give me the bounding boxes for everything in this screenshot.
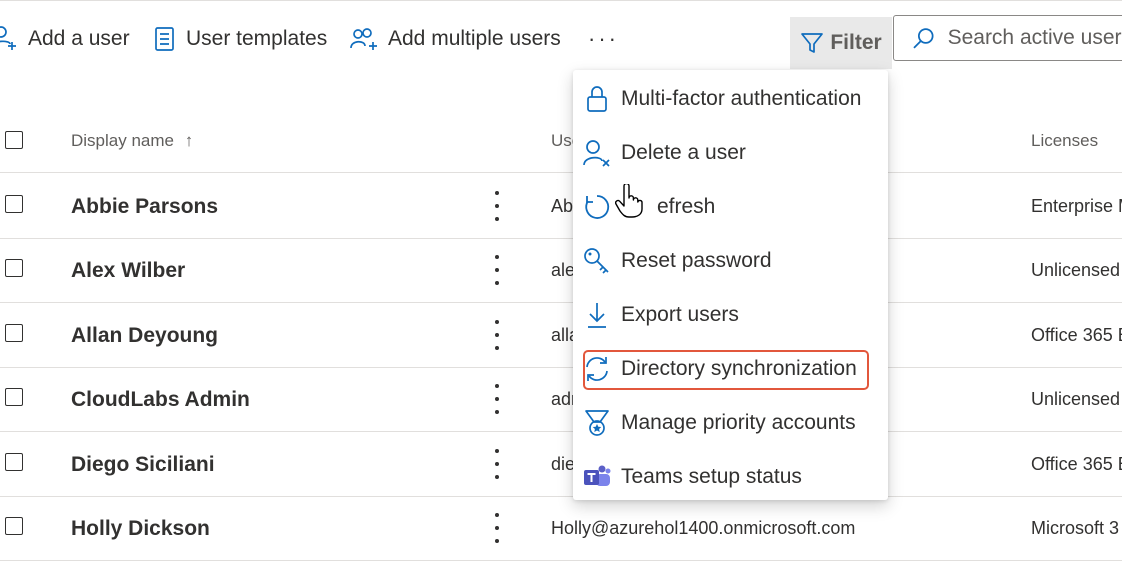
user-templates-label: User templates <box>186 27 328 50</box>
user-license: Unlicensed <box>1031 260 1121 280</box>
row-checkbox[interactable] <box>5 517 23 535</box>
row-more-icon[interactable] <box>490 384 504 414</box>
add-user-label: Add a user <box>28 27 130 50</box>
menu-item-delete-user[interactable]: Delete a user <box>573 126 888 180</box>
menu-item-label: Manage priority accounts <box>621 411 856 434</box>
user-license: Office 365 E <box>1031 454 1122 474</box>
add-multiple-users-icon <box>350 28 377 50</box>
column-licenses[interactable]: Licenses <box>1031 131 1098 151</box>
teams-icon <box>573 463 621 491</box>
filter-icon <box>801 33 824 53</box>
sort-ascending-icon: ↑ <box>184 131 194 150</box>
row-checkbox[interactable] <box>5 259 23 277</box>
user-display-name[interactable]: Holly Dickson <box>71 517 210 541</box>
select-all-checkbox[interactable] <box>5 131 23 149</box>
template-icon <box>155 27 174 51</box>
add-multiple-users-button[interactable]: Add multiple users <box>350 22 561 56</box>
top-border <box>0 0 1122 4</box>
refresh-icon <box>573 193 621 221</box>
user-display-name[interactable]: Alex Wilber <box>71 259 185 283</box>
table-row[interactable]: Holly Dickson Holly@azurehol1400.onmicro… <box>0 496 1122 561</box>
table-row[interactable]: Abbie Parsons Ab Enterprise M <box>0 174 1122 239</box>
user-license: Microsoft 3 <box>1031 518 1120 538</box>
add-user-button[interactable]: Add a user <box>0 22 130 56</box>
menu-item-priority-accounts[interactable]: Manage priority accounts <box>573 396 888 450</box>
row-more-icon[interactable] <box>490 191 504 221</box>
menu-item-teams-setup-status[interactable]: Teams setup status <box>573 450 888 504</box>
row-checkbox[interactable] <box>5 195 23 213</box>
user-license: Office 365 E <box>1031 325 1122 345</box>
lock-icon <box>573 85 621 113</box>
menu-item-reset-password[interactable]: Reset password <box>573 234 888 288</box>
row-checkbox[interactable] <box>5 388 23 406</box>
user-principal-name: Ab <box>551 196 574 216</box>
menu-item-directory-sync[interactable]: Directory synchronization <box>573 342 888 396</box>
user-display-name[interactable]: Allan Deyoung <box>71 324 218 348</box>
user-license: Enterprise M <box>1031 196 1122 216</box>
row-more-icon[interactable] <box>490 320 504 350</box>
user-display-name[interactable]: CloudLabs Admin <box>71 388 250 412</box>
user-display-name[interactable]: Abbie Parsons <box>71 195 218 219</box>
menu-item-label: Export users <box>621 303 739 326</box>
download-icon <box>573 301 621 329</box>
priority-badge-icon <box>573 409 621 437</box>
menu-item-label: Directory synchronization <box>621 357 857 380</box>
table-row[interactable]: CloudLabs Admin adr Unlicensed <box>0 367 1122 432</box>
user-templates-button[interactable]: User templates <box>154 22 327 56</box>
user-principal-name: die <box>551 454 576 474</box>
column-display-name[interactable]: Display name ↑ <box>71 131 193 151</box>
table-row[interactable]: Allan Deyoung alla Office 365 E <box>0 303 1122 368</box>
table-row[interactable]: Diego Siciliani die Office 365 E <box>0 432 1122 497</box>
row-checkbox[interactable] <box>5 324 23 342</box>
filter-button[interactable]: Filter <box>790 17 892 69</box>
key-icon <box>573 247 621 275</box>
command-bar: Add a user User templates Add multiple u… <box>0 14 1122 69</box>
menu-item-label: efresh <box>657 195 716 218</box>
table-row[interactable]: Alex Wilber ale Unlicensed <box>0 238 1122 303</box>
user-display-name[interactable]: Diego Siciliani <box>71 453 215 477</box>
more-options-menu: Multi-factor authentication Delete a use… <box>573 70 888 500</box>
row-more-icon[interactable] <box>490 449 504 479</box>
search-placeholder: Search active users <box>947 26 1122 49</box>
user-principal-name: ale <box>551 260 576 280</box>
menu-item-label: Teams setup status <box>621 465 802 488</box>
add-multiple-users-label: Add multiple users <box>388 27 561 50</box>
filter-label: Filter <box>830 31 882 54</box>
hand-cursor-icon <box>614 182 643 223</box>
user-license: Unlicensed <box>1031 389 1121 409</box>
search-box[interactable]: Search active users <box>893 15 1122 61</box>
menu-item-mfa[interactable]: Multi-factor authentication <box>573 72 888 126</box>
menu-item-label: Reset password <box>621 249 772 272</box>
menu-item-label: Multi-factor authentication <box>621 87 862 110</box>
more-options-button[interactable]: ··· <box>588 22 619 56</box>
sync-icon <box>573 355 621 383</box>
search-icon <box>913 28 934 49</box>
table-header: Display name ↑ Use Licenses <box>0 110 1122 173</box>
menu-item-export-users[interactable]: Export users <box>573 288 888 342</box>
delete-user-icon <box>573 139 621 167</box>
user-principal-name: Holly@azurehol1400.onmicrosoft.com <box>551 518 856 538</box>
row-more-icon[interactable] <box>490 255 504 285</box>
add-user-icon <box>0 26 16 50</box>
menu-item-label: Delete a user <box>621 141 746 164</box>
row-checkbox[interactable] <box>5 453 23 471</box>
